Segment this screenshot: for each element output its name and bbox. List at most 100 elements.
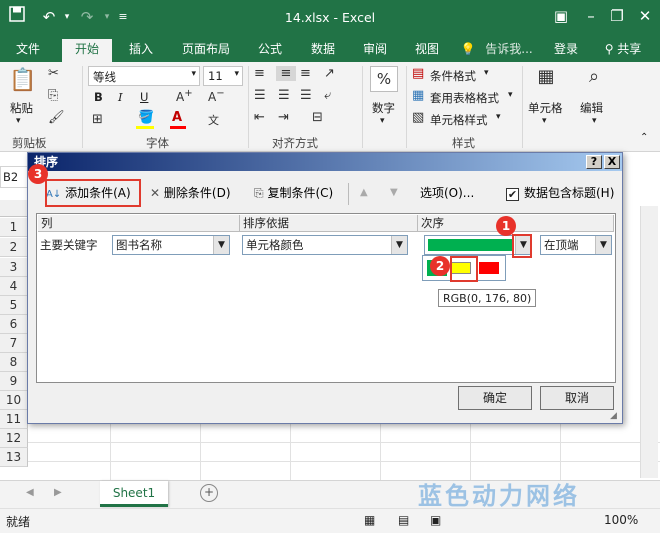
- sheet-tab[interactable]: Sheet1: [100, 481, 168, 507]
- align-right-icon[interactable]: ☰: [300, 88, 312, 103]
- options-button[interactable]: 选项(O)...: [420, 183, 474, 205]
- number-format-button[interactable]: %: [370, 66, 398, 92]
- minimize-icon[interactable]: –: [578, 4, 604, 28]
- position-select[interactable]: 在顶端 ▼: [540, 235, 612, 255]
- cell-styles-button[interactable]: 单元格样式: [430, 112, 488, 128]
- align-middle-icon[interactable]: ≡: [276, 66, 296, 81]
- decrease-font-icon[interactable]: A−: [208, 88, 225, 104]
- number-label[interactable]: 数字: [372, 100, 395, 116]
- increase-font-icon[interactable]: A+: [176, 88, 193, 104]
- row-header[interactable]: 5: [0, 296, 28, 315]
- close-dialog-button[interactable]: X: [604, 155, 620, 169]
- align-bottom-icon[interactable]: ≡: [300, 66, 311, 81]
- collapse-ribbon-icon[interactable]: ⌃: [640, 132, 648, 143]
- restore-icon[interactable]: ❐: [604, 4, 630, 28]
- delete-level-button[interactable]: ✕ 删除条件(D): [150, 183, 231, 205]
- ok-button[interactable]: 确定: [458, 386, 532, 410]
- tab-page-layout[interactable]: 页面布局: [174, 39, 238, 62]
- bold-button[interactable]: B: [94, 90, 103, 104]
- row-header[interactable]: 2: [0, 238, 28, 257]
- move-up-icon[interactable]: ▲: [360, 183, 368, 205]
- font-size-select[interactable]: 11 ▾: [203, 66, 243, 86]
- headers-checkbox[interactable]: ✔: [506, 188, 519, 201]
- format-painter-icon[interactable]: 🖌: [48, 110, 65, 125]
- row-header[interactable]: 1: [0, 218, 28, 237]
- align-top-icon[interactable]: ≡: [254, 66, 265, 81]
- row-header[interactable]: 9: [0, 372, 28, 391]
- cut-icon[interactable]: ✂: [48, 66, 59, 81]
- tab-review[interactable]: 审阅: [354, 39, 396, 62]
- row-header[interactable]: 3: [0, 258, 28, 277]
- font-color-icon[interactable]: A: [172, 110, 182, 125]
- decrease-indent-icon[interactable]: ⇤: [254, 110, 265, 125]
- paste-icon[interactable]: 📋: [8, 68, 38, 96]
- cells-dropdown-icon[interactable]: ▾: [542, 116, 547, 126]
- row-header[interactable]: 8: [0, 353, 28, 372]
- chevron-down-icon: ▾: [496, 112, 501, 122]
- conditional-format-button[interactable]: 条件格式: [430, 68, 476, 84]
- paste-dropdown-icon[interactable]: ▾: [16, 116, 21, 126]
- tab-insert[interactable]: 插入: [120, 39, 162, 62]
- number-dropdown-icon[interactable]: ▾: [380, 116, 385, 126]
- scroll-tabs-left-icon[interactable]: ◀: [26, 487, 34, 498]
- chevron-down-icon: ▼: [391, 236, 407, 254]
- sign-in-link[interactable]: 登录: [548, 39, 584, 62]
- orientation-icon[interactable]: ↗: [324, 66, 335, 81]
- tab-formulas[interactable]: 公式: [250, 39, 290, 62]
- selected-color-swatch: [428, 239, 514, 251]
- border-icon[interactable]: ⊞: [92, 112, 103, 127]
- row-header[interactable]: 6: [0, 315, 28, 334]
- tab-view[interactable]: 视图: [406, 39, 448, 62]
- column-select[interactable]: 图书名称 ▼: [112, 235, 230, 255]
- format-as-table-button[interactable]: 套用表格格式: [430, 90, 499, 106]
- ribbon-display-icon[interactable]: ▣: [548, 4, 574, 28]
- tab-data[interactable]: 数据: [302, 39, 344, 62]
- copy-level-button[interactable]: ⎘ 复制条件(C): [254, 183, 333, 205]
- sort-on-select[interactable]: 单元格颜色 ▼: [242, 235, 408, 255]
- tab-home[interactable]: 开始: [62, 39, 112, 62]
- cancel-button[interactable]: 取消: [540, 386, 614, 410]
- underline-button[interactable]: U: [140, 90, 148, 104]
- find-icon[interactable]: ⌕: [580, 66, 608, 92]
- align-center-icon[interactable]: ☰: [278, 88, 290, 103]
- merge-center-icon[interactable]: ⊟: [312, 110, 323, 125]
- sort-on-header: 排序依据: [240, 215, 418, 232]
- row-header[interactable]: 7: [0, 334, 28, 353]
- select-all-corner[interactable]: [0, 200, 28, 217]
- font-name-select[interactable]: 等线 ▾: [88, 66, 200, 86]
- page-layout-view-icon[interactable]: ▤: [398, 513, 409, 527]
- share-button[interactable]: ⚲ 共享: [590, 39, 656, 62]
- row-header[interactable]: 10: [0, 391, 28, 410]
- vertical-scrollbar[interactable]: [640, 206, 658, 478]
- headers-checkbox-label[interactable]: 数据包含标题(H): [524, 183, 614, 205]
- phonetic-icon[interactable]: 文: [208, 112, 219, 128]
- italic-button[interactable]: I: [118, 90, 123, 104]
- align-left-icon[interactable]: ☰: [254, 88, 266, 103]
- position-select-value: 在顶端: [544, 238, 579, 252]
- help-button[interactable]: ?: [586, 155, 602, 169]
- increase-indent-icon[interactable]: ⇥: [278, 110, 289, 125]
- row-header[interactable]: 13: [0, 448, 28, 467]
- row-header[interactable]: 4: [0, 277, 28, 296]
- paste-label[interactable]: 粘贴: [10, 100, 33, 116]
- move-down-icon[interactable]: ▼: [390, 183, 398, 205]
- chevron-down-icon: ▾: [234, 69, 239, 79]
- tell-me-box[interactable]: 告诉我...: [478, 39, 540, 62]
- add-sheet-icon[interactable]: +: [200, 484, 218, 502]
- row-header[interactable]: 11: [0, 410, 28, 429]
- edit-label[interactable]: 编辑: [580, 100, 603, 116]
- resize-grip-icon[interactable]: ◢: [610, 411, 617, 421]
- normal-view-icon[interactable]: ▦: [364, 513, 375, 527]
- color-option-red[interactable]: [479, 262, 499, 274]
- fill-color-icon[interactable]: 🪣: [138, 110, 154, 125]
- cells-icon[interactable]: ▦: [532, 66, 560, 92]
- name-box[interactable]: B2: [0, 166, 28, 188]
- copy-icon[interactable]: ⎘: [48, 88, 58, 103]
- scroll-tabs-right-icon[interactable]: ▶: [54, 487, 62, 498]
- wrap-text-icon[interactable]: ⤶: [324, 88, 331, 103]
- close-window-icon[interactable]: ✕: [632, 4, 658, 28]
- tab-file[interactable]: 文件: [6, 39, 50, 62]
- edit-dropdown-icon[interactable]: ▾: [592, 116, 597, 126]
- cells-label[interactable]: 单元格: [528, 100, 563, 116]
- row-header[interactable]: 12: [0, 429, 28, 448]
